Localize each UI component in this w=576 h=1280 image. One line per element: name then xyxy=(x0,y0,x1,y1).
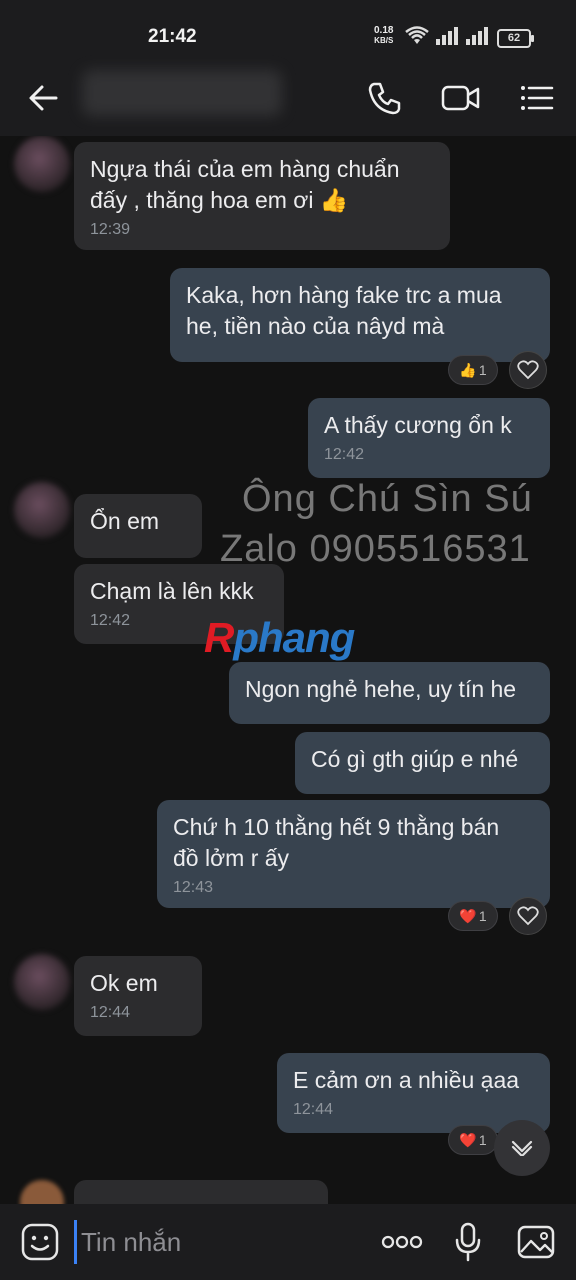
message-bubble-outgoing[interactable]: Có gì gth giúp e nhé xyxy=(295,732,550,794)
back-arrow-icon[interactable] xyxy=(22,76,66,120)
message-text-line: Chạm là lên kkk xyxy=(90,578,254,604)
network-speed-unit: KB/S xyxy=(374,36,394,45)
cell-signal-2-icon xyxy=(466,27,488,45)
message-time: 12:42 xyxy=(324,446,365,463)
chat-message-list[interactable]: Ngựa thái của em hàng chuẩn đấy , thăng … xyxy=(0,136,576,1204)
message-text-line: Ok em xyxy=(90,970,158,996)
message-text-line: Chứ h 10 thằng hết 9 thằng bán xyxy=(173,814,500,840)
contact-name[interactable] xyxy=(82,70,282,116)
heart-outline-icon xyxy=(517,360,539,380)
react-heart-button[interactable] xyxy=(509,897,547,935)
battery-indicator: 62 xyxy=(497,29,534,48)
reaction-count: 1 xyxy=(478,908,487,924)
network-speed: 0.18 KB/S xyxy=(374,26,393,46)
message-text-line: Kaka, hơn hàng fake trc a mua xyxy=(186,282,502,308)
watermark-text: Ông Chú Sìn Sú xyxy=(242,478,533,520)
contact-avatar[interactable] xyxy=(14,136,70,192)
message-bubble-outgoing[interactable]: E cảm ơn a nhiều ạaa 12:44 xyxy=(277,1053,550,1133)
video-call-icon[interactable] xyxy=(438,76,482,120)
chat-header xyxy=(0,60,576,136)
wifi-icon xyxy=(405,26,429,44)
more-options-icon[interactable] xyxy=(380,1222,424,1262)
contact-avatar[interactable] xyxy=(14,482,70,538)
message-time: 12:44 xyxy=(293,1101,334,1118)
cell-signal-icon xyxy=(436,27,458,45)
reaction-count: 1 xyxy=(478,362,487,378)
heart-outline-icon xyxy=(517,906,539,926)
message-bubble-incoming[interactable]: Ok em 12:44 xyxy=(74,956,202,1036)
message-text-line: A thấy cương ổn k xyxy=(324,412,512,438)
message-time: 12:39 xyxy=(90,221,131,238)
message-text-line: E cảm ơn a nhiều ạaa xyxy=(293,1067,520,1093)
reaction-badge[interactable]: ❤️ 1 xyxy=(448,901,498,931)
message-bubble-outgoing[interactable]: Kaka, hơn hàng fake trc a mua he, tiền n… xyxy=(170,268,550,362)
message-input[interactable] xyxy=(74,1220,371,1264)
reaction-emoji: ❤️ xyxy=(459,907,477,924)
message-text-line: he, tiền nào của nâyd mà xyxy=(186,313,445,339)
message-time: 12:44 xyxy=(90,1004,131,1021)
microphone-icon[interactable] xyxy=(452,1222,484,1262)
react-heart-button[interactable] xyxy=(509,351,547,389)
reaction-badge[interactable]: ❤️ 1 xyxy=(448,1125,498,1155)
network-speed-value: 0.18 xyxy=(374,25,394,36)
message-bubble-outgoing[interactable]: Ngon nghẻ hehe, uy tín he xyxy=(229,662,550,724)
menu-list-icon[interactable] xyxy=(514,76,558,120)
contact-avatar[interactable] xyxy=(14,954,70,1010)
phone-icon[interactable] xyxy=(362,76,406,120)
message-text-line: đồ lởm r ấy xyxy=(173,845,290,871)
chevron-down-icon xyxy=(511,1140,533,1156)
status-bar: 21:42 0.18 KB/S 62 xyxy=(0,0,576,60)
message-bubble-outgoing[interactable]: A thấy cương ổn k 12:42 xyxy=(308,398,550,478)
watermark-text: Zalo 0905516531 xyxy=(220,528,531,570)
sticker-emoji-icon[interactable] xyxy=(20,1222,60,1262)
scroll-to-bottom-button[interactable] xyxy=(494,1120,550,1176)
message-text-line: Ổn em xyxy=(90,508,160,534)
message-text-line: Ngựa thái của em hàng chuẩn xyxy=(90,156,400,182)
message-text-line: đấy , thăng hoa em ơi 👍 xyxy=(90,187,349,213)
reaction-badge[interactable]: 👍 1 xyxy=(448,355,498,385)
message-bubble-incoming[interactable]: Ngựa thái của em hàng chuẩn đấy , thăng … xyxy=(74,142,450,250)
message-text-line: Ngon nghẻ hehe, uy tín he xyxy=(245,676,517,702)
reaction-emoji: ❤️ xyxy=(459,1131,477,1148)
reaction-emoji: 👍 xyxy=(459,361,477,378)
message-bubble-incoming[interactable]: Ổn em xyxy=(74,494,202,558)
message-text-line: Có gì gth giúp e nhé xyxy=(311,746,519,772)
reaction-count: 1 xyxy=(478,1132,487,1148)
watermark-logo: Rphang xyxy=(204,614,355,661)
message-bubble-outgoing[interactable]: Chứ h 10 thằng hết 9 thằng bán đồ lởm r … xyxy=(157,800,550,908)
image-gallery-icon[interactable] xyxy=(516,1222,556,1262)
message-composer xyxy=(0,1204,576,1280)
clock: 21:42 xyxy=(148,26,197,47)
message-time: 12:43 xyxy=(173,879,214,896)
